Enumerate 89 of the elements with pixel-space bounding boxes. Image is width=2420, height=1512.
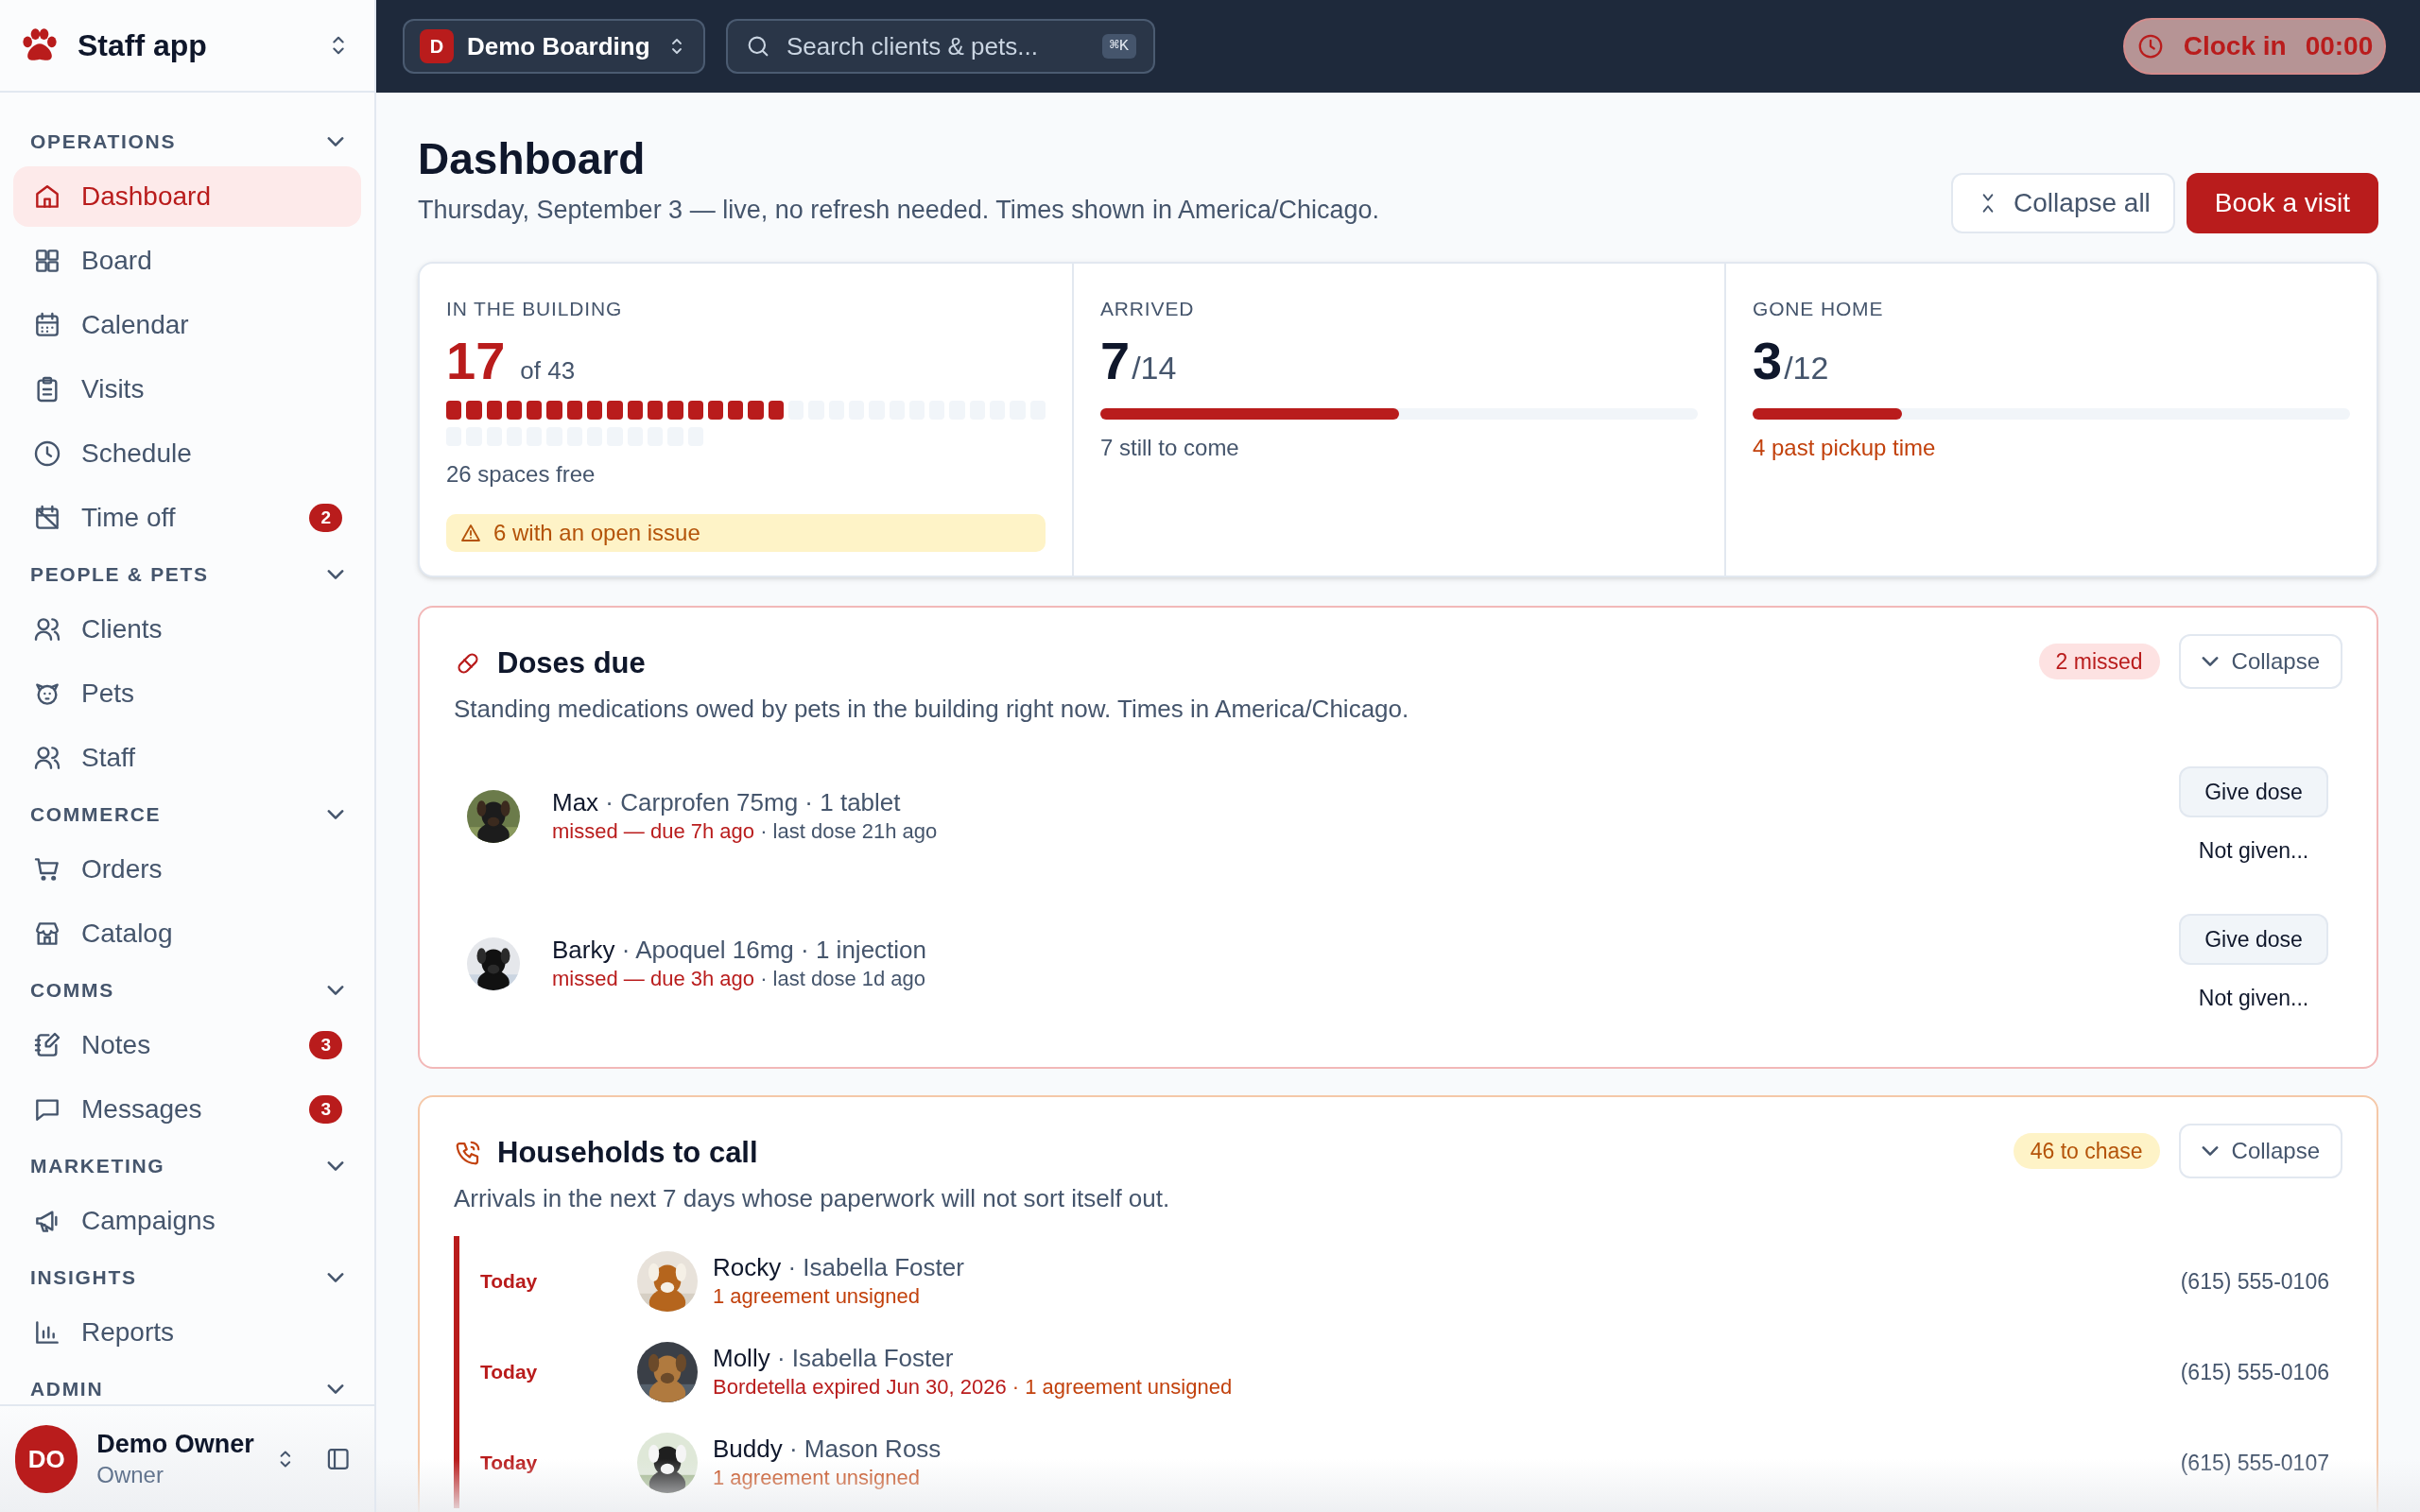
section-header[interactable]: PEOPLE & PETS xyxy=(13,552,361,597)
section-header[interactable]: COMMERCE xyxy=(13,792,361,837)
collapse-all-button[interactable]: Collapse all xyxy=(1951,172,2175,233)
page-subtitle: Thursday, September 3 — live, no refresh needed. Times shown in America/Chicago. xyxy=(418,195,1379,226)
stat-note: 4 past pickup time xyxy=(1753,434,1937,462)
user-avatar[interactable]: DO xyxy=(15,1425,78,1493)
nav-item[interactable]: Staff xyxy=(13,728,361,788)
pet-name: Max xyxy=(552,788,599,816)
stat-value: 3 xyxy=(1753,330,1783,392)
phone-number: (615) 555-0107 xyxy=(2180,1449,2329,1477)
phone-number: (615) 555-0106 xyxy=(2180,1358,2329,1386)
nav-item[interactable]: Schedule xyxy=(13,423,361,484)
give-dose-button[interactable]: Give dose xyxy=(2179,913,2328,965)
stat-total: /12 xyxy=(1784,349,1829,387)
book-visit-button[interactable]: Book a visit xyxy=(2186,172,2378,233)
chevron-down-icon xyxy=(2201,1145,2219,1156)
page-title: Dashboard xyxy=(418,133,647,185)
section-header[interactable]: INSIGHTS xyxy=(13,1255,361,1300)
section-header[interactable]: ADMIN xyxy=(13,1366,361,1404)
stat-label: ARRIVED xyxy=(1100,296,1196,321)
nav-item[interactable]: Visits xyxy=(13,359,361,420)
nav-item[interactable]: Calendar xyxy=(13,295,361,355)
owner-name: · Mason Ross xyxy=(788,1435,942,1463)
nav-item[interactable]: Notes 3 xyxy=(13,1015,361,1075)
due-label: Today xyxy=(479,1360,539,1385)
workspace-switcher[interactable]: D Demo Boarding xyxy=(403,19,705,74)
stat-label: IN THE BUILDING xyxy=(446,296,624,321)
nav-item[interactable]: Orders xyxy=(13,839,361,900)
nav-item[interactable]: Catalog xyxy=(13,903,361,964)
nav-item[interactable]: Messages 3 xyxy=(13,1079,361,1140)
warning-icon xyxy=(459,522,482,544)
dose-details: · Apoquel 16mg · 1 injection xyxy=(621,936,926,964)
owner-name: · Isabella Foster xyxy=(787,1253,964,1281)
stat-total: of 43 xyxy=(520,355,576,387)
nav-item[interactable]: Board xyxy=(13,231,361,291)
stat-note: 7 still to come xyxy=(1100,434,1240,462)
card-subtitle: Standing medications owed by pets in the building right now. Times in America/Chicago. xyxy=(454,694,1409,725)
count-badge: 3 xyxy=(309,1095,342,1124)
user-role: Owner xyxy=(96,1460,164,1489)
clock-icon xyxy=(32,438,62,469)
not-given-link[interactable]: Not given... xyxy=(2198,833,2309,868)
dose-details: · Carprofen 75mg · 1 tablet xyxy=(605,788,901,816)
card-title: Doses due xyxy=(497,644,646,681)
chevron-down-icon xyxy=(2201,656,2219,666)
due-label: Today xyxy=(479,1451,539,1476)
section-header[interactable]: MARKETING xyxy=(13,1143,361,1189)
paperwork-issue: 1 agreement unsigned xyxy=(713,1284,920,1308)
user-name: Demo Owner xyxy=(96,1429,254,1461)
not-given-link[interactable]: Not given... xyxy=(2198,981,2309,1015)
nav-item[interactable]: Reports xyxy=(13,1302,361,1363)
nav-item[interactable]: Pets xyxy=(13,663,361,724)
chase-badge: 46 to chase xyxy=(2013,1132,2160,1169)
dose-status: missed — due 7h ago xyxy=(552,819,755,843)
paperwork-issue: · 1 agreement unsigned xyxy=(1011,1375,1233,1399)
dose-status: missed — due 3h ago xyxy=(552,967,755,990)
nav-item[interactable]: Clients xyxy=(13,599,361,660)
give-dose-button[interactable]: Give dose xyxy=(2179,765,2328,817)
collapse-button[interactable]: Collapse xyxy=(2178,1123,2342,1178)
issue-alert[interactable]: 6 with an open issue xyxy=(446,514,1046,552)
stat-value: 7 xyxy=(1100,330,1131,392)
count-badge: 2 xyxy=(309,504,342,532)
stat-note: 26 spaces free xyxy=(446,460,596,489)
phone-number: (615) 555-0106 xyxy=(2180,1267,2329,1296)
stat-value: 17 xyxy=(446,330,506,392)
due-label: Today xyxy=(479,1269,539,1295)
last-dose: · last dose 21h ago xyxy=(760,819,938,843)
stat-label: GONE HOME xyxy=(1753,296,1885,321)
card-subtitle: Arrivals in the next 7 days whose paperwork will not sort itself out. xyxy=(454,1183,1170,1214)
nav-item[interactable]: Time off 2 xyxy=(13,488,361,548)
section-header[interactable]: COMMS xyxy=(13,968,361,1013)
card-title: Households to call xyxy=(497,1134,758,1171)
app-name: Staff app xyxy=(78,27,208,64)
collapse-button[interactable]: Collapse xyxy=(2178,633,2342,689)
pet-name: Rocky xyxy=(713,1253,782,1281)
section-header[interactable]: OPERATIONS xyxy=(13,119,361,164)
workspace-badge: D xyxy=(420,29,454,63)
missed-badge: 2 missed xyxy=(2038,643,2160,679)
last-dose: · last dose 1d ago xyxy=(760,967,926,990)
shortcut-hint: ⌘K xyxy=(1101,34,1136,59)
nav-item[interactable]: Campaigns xyxy=(13,1191,361,1251)
count-badge: 3 xyxy=(309,1031,342,1059)
pet-name: Molly xyxy=(713,1344,770,1372)
stat-total: /14 xyxy=(1132,349,1177,387)
pet-name: Buddy xyxy=(713,1435,783,1463)
paperwork-issue: 1 agreement unsigned xyxy=(713,1466,920,1489)
nav-item[interactable]: Dashboard xyxy=(13,166,361,227)
owner-name: · Isabella Foster xyxy=(776,1344,954,1372)
pet-name: Barky xyxy=(552,936,615,964)
paperwork-issue: Bordetella expired Jun 30, 2026 xyxy=(713,1375,1007,1399)
